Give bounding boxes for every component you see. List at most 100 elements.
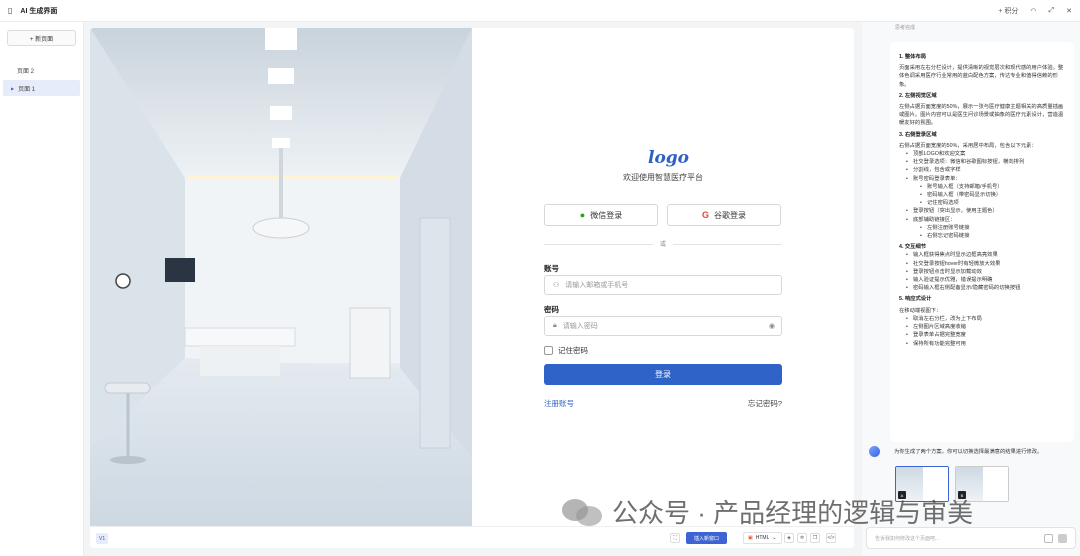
section-text: 左侧占据页面宽度的50%，展示一张与医疗健康主题相关的高质量插画或图片。图片内容… <box>899 104 1064 127</box>
login-elements-list: 顶部LOGO和欢迎文案 社交登录选项：微信和谷歌图标按钮，横向排列 分割线，包含… <box>899 150 1065 240</box>
section-title: 5. 响应式设计 <box>899 296 932 303</box>
page-label: 页面 2 <box>17 68 35 75</box>
account-input[interactable]: ⚇ 请输入邮箱或手机号 <box>544 275 782 295</box>
thumbnail-form <box>923 467 948 501</box>
list-item: 记住密码选项 <box>927 199 1065 207</box>
section-title: 2. 左侧视觉区域 <box>899 92 937 99</box>
new-window-button[interactable]: 插入新窗口 <box>686 532 728 544</box>
list-item: 登录按钮（突出显示，使用主题色） <box>913 207 1065 215</box>
section-title: 1. 整体布局 <box>899 54 927 60</box>
assistant-message: 为你生成了两个方案，你可以切换选择最满意的结果进行修改。 <box>894 449 1043 455</box>
link-items-list: 左侧注册账号链接 右侧忘记密码链接 <box>913 224 1065 240</box>
wechat-login-button[interactable]: ● 微信登录 <box>544 204 658 226</box>
list-item: 左侧图片区域高度收缩 <box>913 323 1065 331</box>
caret-right-icon: ▶ <box>11 85 15 91</box>
list-item: 社交登录按钮hover时有轻微放大效果 <box>913 260 1065 268</box>
list-item: 底部辅助链接区： <box>913 216 1065 224</box>
list-item: 输入验证提示优雅，错误提示明确 <box>913 276 1065 284</box>
chat-input[interactable]: 告诉我如何修改这个页面吧... <box>866 527 1076 549</box>
canvas-toolbar: V1 ⛶ 插入新窗口 ▣ HTML ⌄ ◈ ✲ ❐ </> <box>90 526 854 548</box>
page-label: 页面 1 <box>18 86 36 93</box>
thinking-status: 思考完成 <box>895 25 916 31</box>
variant-thumbnail-b[interactable]: B <box>955 466 1009 502</box>
lock-icon: 🔒︎ <box>553 322 557 329</box>
login-button[interactable]: 登录 <box>544 364 782 385</box>
topbar-actions: + 积分 ◠ ⤢ ✕ <box>998 6 1072 16</box>
user-icon: ⚇ <box>553 282 560 289</box>
preview-canvas: logo 欢迎使用智慧医疗平台 ● 微信登录 G 谷歌登录 或 账号 ⚇ 请输入… <box>90 28 854 548</box>
section-title: 4. 交互细节 <box>899 244 927 251</box>
google-login-button[interactable]: G 谷歌登录 <box>667 204 781 226</box>
list-item: 输入框获得焦点时显示边框高亮效果 <box>913 251 1065 259</box>
responsive-list: 取消左右分栏，改为上下布局 左侧图片区域高度收缩 登录表单占据完整宽度 保持所有… <box>899 315 1065 348</box>
list-item: 密码输入框（带密码显示切换） <box>927 191 1065 199</box>
account-placeholder: 请输入邮箱或手机号 <box>565 282 629 289</box>
expand-icon[interactable]: ⤢ <box>1049 7 1055 15</box>
forgot-password-link[interactable]: 忘记密码? <box>722 398 782 409</box>
chat-input-placeholder: 告诉我如何修改这个页面吧... <box>875 535 940 542</box>
section-text: 在移动端视图下： <box>899 307 942 314</box>
password-placeholder: 请输入密码 <box>562 323 598 330</box>
copy-icon[interactable]: ❐ <box>810 533 820 543</box>
list-item: 账号输入框（支持邮箱/手机号） <box>927 183 1065 191</box>
close-icon[interactable]: ✕ <box>1066 7 1072 15</box>
list-item: 保持所有功能完整可用 <box>913 340 1065 348</box>
list-item: 登录表单占据完整宽度 <box>913 331 1065 339</box>
headset-icon[interactable]: ◠ <box>1030 7 1036 15</box>
list-item: 社交登录选项：微信和谷歌图标按钮，横向排列 <box>913 158 1065 166</box>
form-items-list: 账号输入框（支持邮箱/手机号） 密码输入框（带密码显示切换） 记住密码选项 <box>913 183 1065 208</box>
image-upload-icon[interactable] <box>1044 534 1053 543</box>
settings-icon[interactable]: ✲ <box>797 533 807 543</box>
sidebar-item-page-1[interactable]: ▶ 页面 1 <box>3 80 80 96</box>
hospital-room-image <box>90 28 472 526</box>
list-item: 密码输入框右侧配备显示/隐藏密码的切换按钮 <box>913 284 1065 292</box>
format-select[interactable]: ▣ HTML ⌄ <box>743 532 782 544</box>
list-item: 账号密码登录表单： <box>913 175 1065 183</box>
send-icon[interactable] <box>1058 534 1067 543</box>
remember-password[interactable]: 记住密码 <box>544 345 588 356</box>
hospital-illustration <box>90 28 472 526</box>
points-button[interactable]: + 积分 <box>998 6 1018 16</box>
google-icon: G <box>701 210 709 220</box>
section-text: 页面采用左右分栏设计，提供清晰的视觉层次和现代感的用户体验。整体色调采用医疗行业… <box>899 65 1064 88</box>
register-link[interactable]: 注册账号 <box>544 398 574 409</box>
section-text: 右侧占据页面宽度的50%，采用居中布局，包含以下元素： <box>899 142 1037 149</box>
google-label: 谷歌登录 <box>714 210 746 220</box>
top-bar: ▯ AI 生成界面 + 积分 ◠ ⤢ ✕ <box>0 0 1080 22</box>
chat-panel: 思考完成 1. 整体布局 页面采用左右分栏设计，提供清晰的视觉层次和现代感的用户… <box>862 22 1080 556</box>
panel-toggle-icon[interactable]: ▯ <box>8 6 12 15</box>
remember-label: 记住密码 <box>558 346 588 355</box>
list-item: 右侧忘记密码链接 <box>927 232 1065 240</box>
password-label: 密码 <box>544 305 559 314</box>
section-title: 3. 右侧登录区域 <box>899 131 937 138</box>
wechat-label: 微信登录 <box>590 210 623 220</box>
figma-icon[interactable]: ◈ <box>784 533 794 543</box>
version-badge[interactable]: V1 <box>96 533 109 544</box>
thumbnail-form <box>983 467 1008 501</box>
variant-thumbnail-a[interactable]: A <box>895 466 949 502</box>
remember-checkbox[interactable] <box>544 346 553 355</box>
welcome-text: 欢迎使用智慧医疗平台 <box>623 173 703 182</box>
list-item: 登录按钮点击时显示加载动效 <box>913 268 1065 276</box>
account-label: 账号 <box>544 264 559 273</box>
password-input[interactable]: 🔒︎ 请输入密码 ◉ <box>544 316 782 336</box>
or-text: 或 <box>653 239 673 248</box>
new-page-button[interactable]: + 新页面 <box>7 30 76 46</box>
code-icon[interactable]: </> <box>826 533 836 543</box>
brand-logo: logo <box>648 148 690 168</box>
list-item: 顶部LOGO和欢迎文案 <box>913 150 1065 158</box>
sidebar-item-page-2[interactable]: 页面 2 <box>3 62 80 78</box>
eye-icon[interactable]: ◉ <box>769 322 775 330</box>
assistant-avatar-icon <box>869 446 880 457</box>
list-item: 分割线，包含或字样 <box>913 166 1065 174</box>
assistant-plan-message: 1. 整体布局 页面采用左右分栏设计，提供清晰的视觉层次和现代感的用户体验。整体… <box>890 42 1074 442</box>
format-label: HTML <box>755 535 770 541</box>
interaction-list: 输入框获得焦点时显示边框高亮效果 社交登录按钮hover时有轻微放大效果 登录按… <box>899 251 1065 292</box>
list-item: 取消左右分栏，改为上下布局 <box>913 315 1065 323</box>
html-icon: ▣ <box>748 535 753 541</box>
fullscreen-icon[interactable]: ⛶ <box>670 533 680 543</box>
list-item: 左侧注册账号链接 <box>927 224 1065 232</box>
sidebar: + 新页面 页面 2 ▶ 页面 1 <box>0 22 84 556</box>
chevron-down-icon: ⌄ <box>772 535 777 541</box>
variant-thumbnails: A B <box>895 466 1009 502</box>
